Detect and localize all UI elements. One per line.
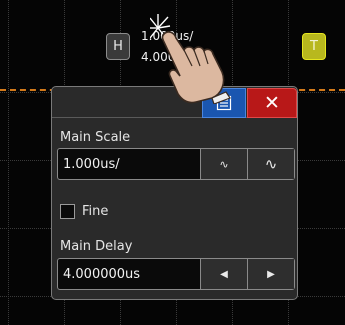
touch-hand-icon (150, 14, 231, 104)
delay-left-button[interactable]: ◀ (200, 259, 247, 289)
coarse-scale-button[interactable]: ∿ (200, 149, 247, 179)
close-button[interactable]: ✕ (247, 88, 297, 118)
main-scale-label: Main Scale (60, 130, 131, 145)
main-scale-field[interactable]: 1.000us/ ∿ ∿ (57, 148, 295, 180)
arrow-left-icon: ◀ (220, 268, 228, 280)
fine-scale-button[interactable]: ∿ (247, 149, 294, 179)
horizontal-button[interactable]: H (106, 33, 130, 60)
oscilloscope-screen: H 1.000us/ 4.000 T ✕ Main Scale 1.000us/… (0, 0, 345, 325)
trigger-button[interactable]: T (302, 33, 326, 60)
arrow-right-icon: ▶ (267, 268, 275, 280)
fine-checkbox[interactable] (60, 204, 75, 219)
main-scale-value[interactable]: 1.000us/ (63, 157, 120, 172)
horizontal-dialog: ✕ Main Scale 1.000us/ ∿ ∿ Fine Main Dela… (51, 86, 298, 300)
main-delay-value[interactable]: 4.000000us (63, 267, 140, 282)
fine-label[interactable]: Fine (82, 204, 108, 219)
grid-line (8, 0, 9, 325)
wave-fine-icon: ∿ (264, 155, 278, 173)
close-icon: ✕ (264, 92, 280, 114)
main-delay-field[interactable]: 4.000000us ◀ ▶ (57, 258, 295, 290)
main-delay-label: Main Delay (60, 239, 133, 254)
wave-coarse-icon: ∿ (219, 157, 229, 171)
delay-right-button[interactable]: ▶ (247, 259, 294, 289)
